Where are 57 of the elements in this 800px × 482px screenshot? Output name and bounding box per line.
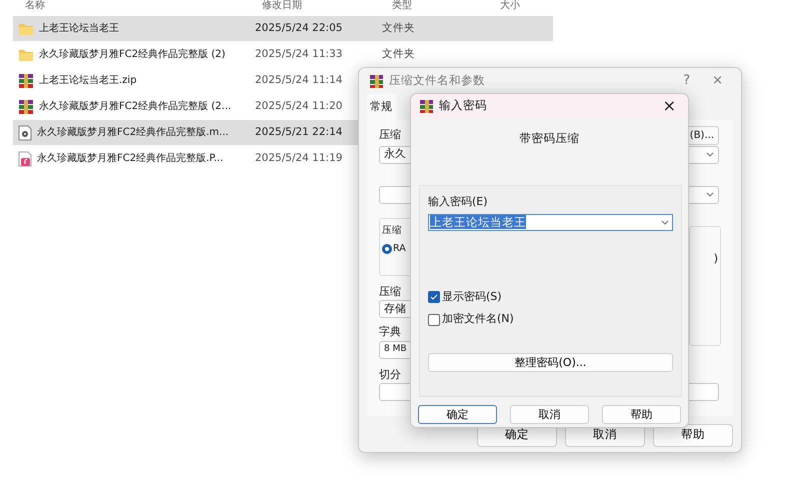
field-label: 字典 — [379, 324, 402, 340]
file-name: 上老王论坛当老王 — [39, 22, 119, 36]
chevron-icon — [706, 192, 714, 197]
file-name: 永久珍藏版梦月雅FC2经典作品完整版.m... — [37, 126, 229, 140]
file-type: 文件夹 — [381, 46, 415, 62]
dialog-button[interactable]: 确定 — [418, 405, 497, 424]
side-text: ) — [714, 252, 718, 264]
file-date: 2025/5/24 22:05 — [254, 20, 342, 36]
field-label: 压缩 — [379, 284, 402, 300]
file-date: 2025/5/21 22:14 — [254, 124, 342, 140]
column-header[interactable]: 修改日期 — [250, 0, 302, 12]
dialog-button[interactable]: 帮助 — [602, 405, 681, 424]
app-icon — [369, 74, 383, 88]
help-button[interactable]: ? — [675, 71, 698, 91]
file-row[interactable]: 上老王论坛当老王 2025/5/24 22:05 文件夹 — [13, 16, 553, 41]
file-type: 文件夹 — [381, 20, 415, 36]
checkbox-label: 加密文件名(N) — [442, 311, 514, 328]
field-label: 切分 — [379, 366, 402, 382]
dialog-button[interactable]: 取消 — [510, 405, 589, 424]
chevron-icon — [706, 152, 714, 157]
file-name: 上老王论坛当老王.zip — [39, 74, 137, 88]
radio-button[interactable] — [382, 244, 392, 254]
radio-label: RA — [393, 242, 406, 256]
folder-icon — [18, 22, 34, 36]
column-header[interactable]: 类型 — [380, 0, 412, 12]
file-row[interactable]: 永久珍藏版梦月雅FC2经典作品完整版 (2) 2025/5/24 11:33 文件夹 — [13, 42, 553, 67]
check-icon — [430, 294, 438, 300]
checkbox[interactable] — [428, 314, 440, 326]
close-button[interactable]: × — [658, 94, 680, 118]
file-name: 永久珍藏版梦月雅FC2经典作品完整版 (2... — [39, 100, 232, 114]
media-file-icon — [18, 124, 32, 140]
checkbox[interactable] — [428, 291, 440, 303]
archive-icon — [18, 72, 34, 88]
chevron-icon — [661, 220, 669, 225]
file-date: 2025/5/24 11:33 — [254, 46, 342, 62]
column-header[interactable]: 名称 — [13, 0, 45, 12]
folder-icon — [18, 48, 34, 62]
file-date: 2025/5/24 11:14 — [254, 72, 342, 88]
checkbox-label: 显示密码(S) — [442, 288, 502, 305]
field-label: 输入密码(E) — [428, 194, 489, 210]
music-file-icon — [18, 150, 32, 166]
dialog-button[interactable]: 帮助 — [653, 424, 733, 446]
archive-icon — [18, 98, 34, 114]
column-header[interactable]: 大小 — [488, 0, 520, 12]
group-label: 压缩 — [382, 224, 402, 236]
field-label: 压缩 — [379, 127, 401, 144]
file-name: 永久珍藏版梦月雅FC2经典作品完整版 (2) — [39, 48, 226, 62]
file-name: 永久珍藏版梦月雅FC2经典作品完整版.P... — [37, 152, 224, 166]
window-title: 压缩文件名和参数 — [389, 72, 486, 90]
window-title: 输入密码 — [439, 97, 488, 114]
file-date: 2025/5/24 11:19 — [254, 150, 342, 166]
close-button[interactable]: × — [704, 71, 731, 91]
file-date: 2025/5/24 11:20 — [254, 98, 342, 114]
tab[interactable]: 常规 — [367, 94, 397, 120]
password-field[interactable]: 上老王论坛当老王 — [428, 214, 673, 231]
organize-passwords-button[interactable]: 整理密码(O)... — [428, 353, 673, 372]
app-icon — [419, 99, 433, 113]
